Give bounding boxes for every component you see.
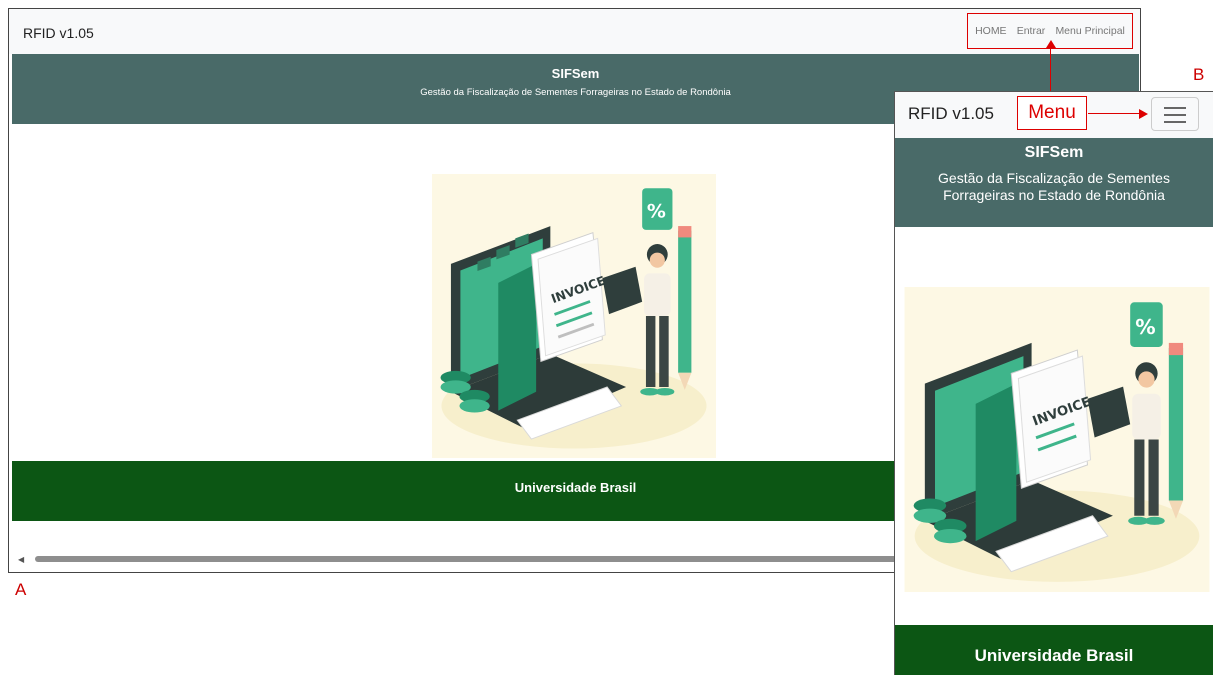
navbar: RFID v1.05 HOME Entrar Menu Principal [9, 9, 1140, 54]
hamburger-menu-button[interactable] [1151, 97, 1199, 131]
annotation-arrow-right-icon [1139, 109, 1148, 119]
mobile-page-title: SIFSem [1024, 144, 1084, 161]
invoice-illustration: INVOICE % [432, 170, 716, 462]
mobile-navbar-brand[interactable]: RFID v1.05 [908, 104, 994, 124]
mobile-percent-tag: % [1135, 315, 1155, 339]
menu-annotation-label: Menu [1017, 96, 1087, 130]
mobile-page-header: SIFSem Gestão da Fiscalização de Semente… [895, 138, 1213, 227]
hamburger-icon [1164, 107, 1186, 109]
nav-link-entrar[interactable]: Entrar [1017, 25, 1046, 37]
scroll-left-icon[interactable]: ◀ [18, 555, 24, 564]
mobile-page-footer: Universidade Brasil [895, 625, 1213, 675]
page-title: SIFSem [551, 66, 600, 81]
nav-link-menu-principal[interactable]: Menu Principal [1055, 25, 1124, 37]
nav-link-home[interactable]: HOME [975, 25, 1007, 37]
navbar-brand[interactable]: RFID v1.05 [23, 25, 94, 41]
percent-tag: % [647, 201, 666, 223]
mobile-invoice-illustration: INVOICE % [900, 287, 1213, 592]
mobile-invoice-illustration-graphic: INVOICE % [904, 287, 1210, 592]
mobile-navbar: RFID v1.05 Menu [895, 92, 1213, 138]
annotation-connector [1050, 42, 1051, 94]
invoice-illustration-graphic: INVOICE % [432, 174, 716, 458]
panel-label-a: A [15, 580, 27, 599]
annotation-arrow-up-icon [1046, 40, 1056, 48]
mobile-page-subtitle: Gestão da Fiscalização de Sementes Forra… [938, 170, 1170, 203]
panel-label-b: B [1193, 65, 1205, 84]
annotation-arrow-line [1088, 113, 1140, 114]
mobile-view: RFID v1.05 Menu SIFSem Gestão da Fiscali… [894, 91, 1213, 675]
